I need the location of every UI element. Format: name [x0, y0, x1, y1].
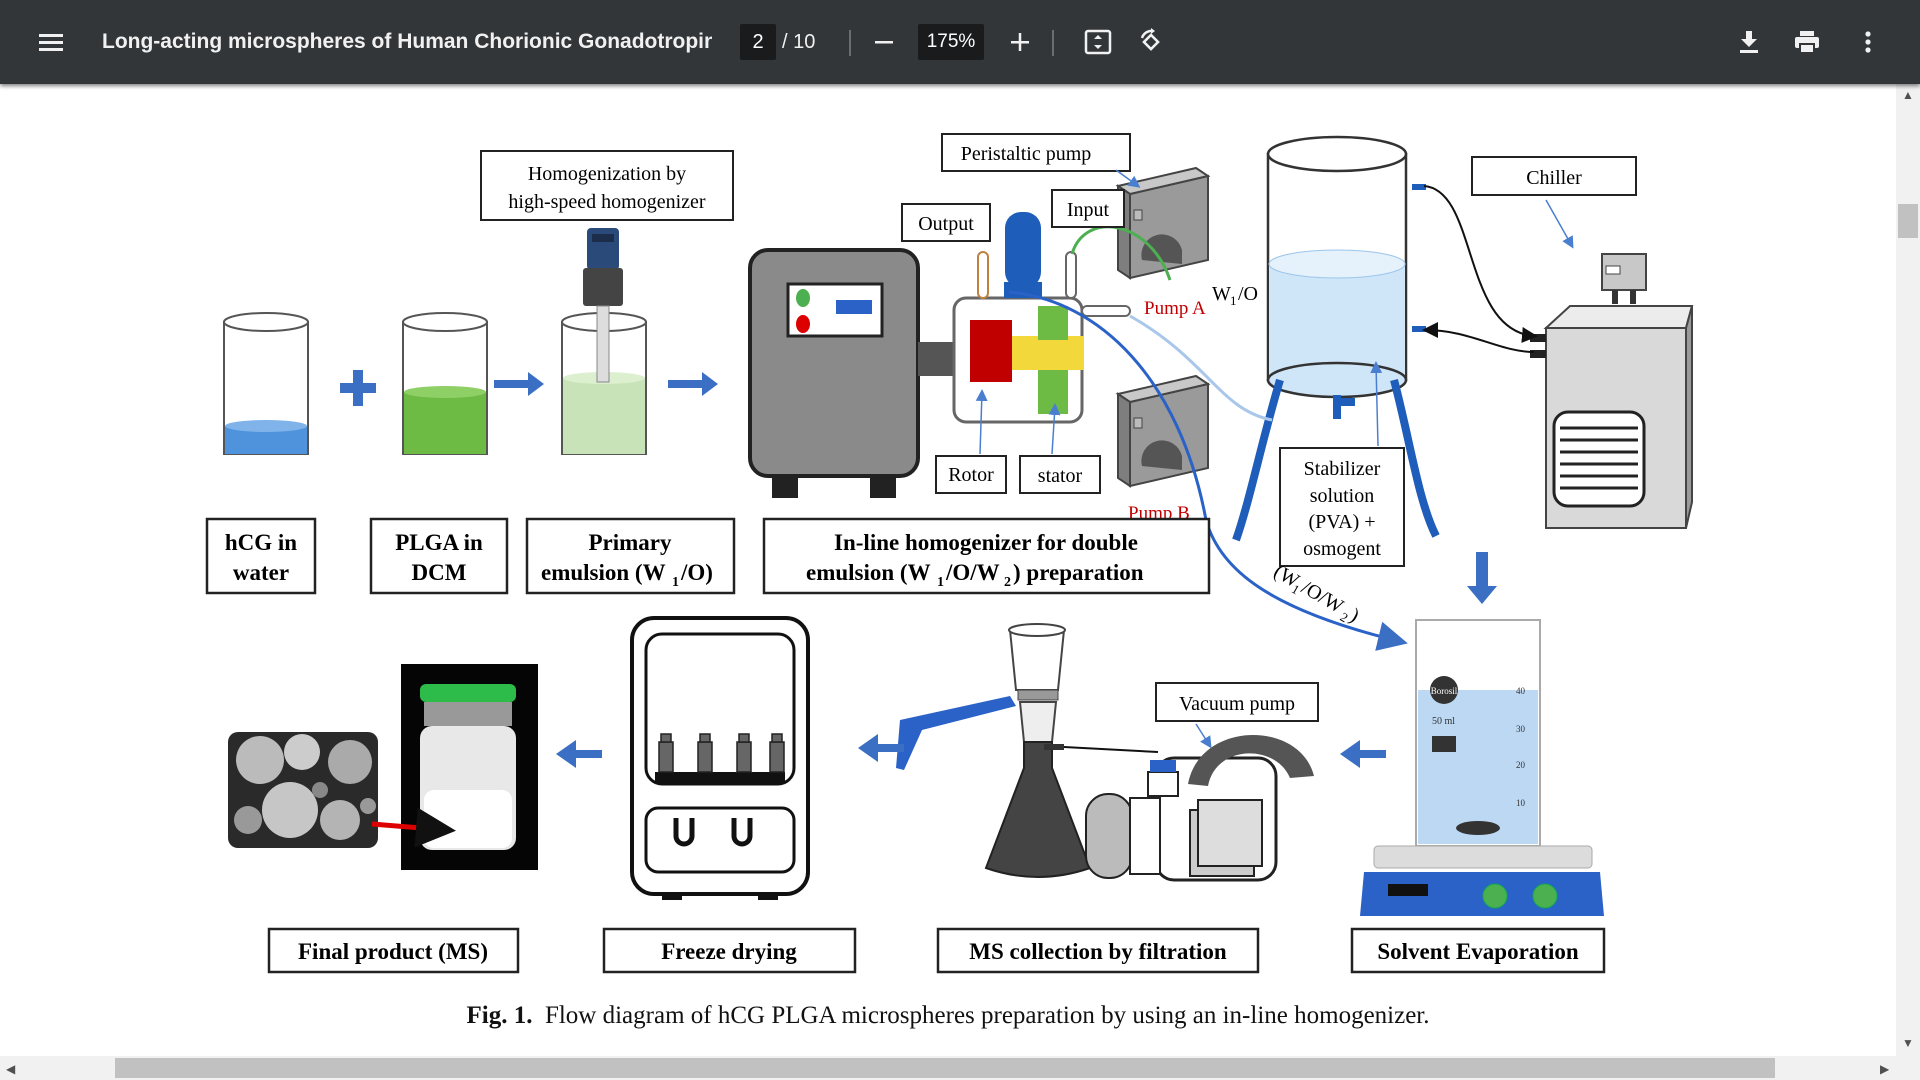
svg-text:osmogent: osmogent	[1303, 538, 1381, 560]
vacuum-pump	[1085, 734, 1314, 882]
beaker-hcg	[223, 312, 309, 455]
svg-text:2: 2	[1004, 575, 1011, 590]
homogenization-label: Homogenization by high-speed homogenizer	[480, 150, 734, 221]
microspheres-sem-image	[228, 732, 378, 848]
svg-text:Vacuum pump: Vacuum pump	[1179, 693, 1295, 715]
svg-text:W: W	[1212, 283, 1231, 305]
label-solvent-evaporation: Solvent Evaporation	[1350, 927, 1606, 974]
label-plga-in-dcm: PLGA in DCM	[369, 517, 509, 595]
svg-text:Peristaltic pump: Peristaltic pump	[961, 143, 1092, 165]
solvent-evaporation-beaker: Borosil 50 ml 40 30 20 10	[1360, 619, 1604, 916]
svg-text:Homogenization by: Homogenization by	[528, 163, 686, 185]
svg-text:stator: stator	[1038, 465, 1083, 487]
svg-text:high-speed homogenizer: high-speed homogenizer	[508, 191, 705, 213]
svg-text:10: 10	[1516, 798, 1526, 808]
svg-text:1: 1	[672, 575, 679, 590]
svg-text:/O): /O)	[680, 560, 713, 585]
svg-text:Chiller: Chiller	[1526, 167, 1582, 189]
zoom-level-input[interactable]: 175%	[918, 24, 984, 60]
label-primary-emulsion: Primary emulsion (W 1 /O)	[525, 517, 736, 595]
label-filtration: MS collection by filtration	[936, 927, 1260, 974]
zoom-in-icon[interactable]	[1000, 22, 1040, 62]
print-icon[interactable]	[1787, 22, 1827, 62]
input-label: Input	[1051, 189, 1125, 228]
wio-label: W 1 /O	[1212, 283, 1258, 308]
svg-text:In-line homogenizer for double: In-line homogenizer for double	[834, 530, 1138, 555]
arrow-right-icon	[494, 372, 544, 396]
arrow-down-icon	[1467, 552, 1497, 604]
svg-text:solution: solution	[1310, 485, 1374, 507]
vertical-scroll-thumb[interactable]	[1898, 204, 1918, 238]
pdf-toolbar: Long-acting microspheres of Human Chorio…	[0, 0, 1920, 84]
zoom-out-icon[interactable]	[864, 22, 904, 62]
page-number-input[interactable]: 2	[740, 24, 776, 60]
toolbar-divider	[849, 30, 851, 56]
more-vert-icon[interactable]	[1848, 22, 1888, 62]
document-title: Long-acting microspheres of Human Chorio…	[102, 30, 712, 53]
svg-text:1: 1	[937, 575, 944, 590]
caption-text: Flow diagram of hCG PLGA microspheres pr…	[544, 1002, 1430, 1029]
freeze-dryer	[630, 616, 810, 900]
menu-icon[interactable]	[31, 22, 71, 62]
figure-diagram: Homogenization by high-speed homogenizer	[205, 133, 1694, 974]
download-icon[interactable]	[1729, 22, 1769, 62]
plus-icon	[340, 370, 376, 406]
svg-text:(PVA) +: (PVA) +	[1308, 511, 1375, 533]
svg-text:/O/W: /O/W	[945, 560, 1000, 585]
horizontal-scroll-thumb[interactable]	[115, 1058, 1775, 1078]
fit-page-icon[interactable]	[1078, 22, 1118, 62]
svg-text:1: 1	[1230, 293, 1237, 308]
svg-text:Solvent Evaporation: Solvent Evaporation	[1377, 939, 1578, 964]
svg-text:emulsion (W: emulsion (W	[541, 560, 666, 585]
vacuum-pump-label: Vacuum pump	[1155, 682, 1319, 749]
svg-text:20: 20	[1516, 760, 1526, 770]
pdf-page: Homogenization by high-speed homogenizer	[0, 84, 1896, 1056]
svg-text:MS collection by filtration: MS collection by filtration	[969, 939, 1227, 964]
scroll-up-icon[interactable]: ▲	[1902, 88, 1914, 102]
beaker-plga	[402, 312, 488, 455]
svg-text:30: 30	[1516, 724, 1526, 734]
page-total: / 10	[782, 31, 816, 53]
figure-caption: Fig. 1. Flow diagram of hCG PLGA microsp…	[0, 1002, 1896, 1030]
svg-text:Final product (MS): Final product (MS)	[298, 939, 488, 964]
pump-a-label: Pump A	[1144, 298, 1206, 319]
chiller-label: Chiller	[1471, 156, 1637, 249]
caption-label: Fig. 1.	[466, 1002, 533, 1029]
svg-text:) preparation: ) preparation	[1013, 560, 1144, 585]
svg-text:Primary: Primary	[588, 530, 672, 555]
peristaltic-label: Peristaltic pump	[941, 133, 1141, 188]
scroll-left-icon[interactable]: ◀	[6, 1062, 15, 1076]
scroll-right-icon[interactable]: ▶	[1880, 1062, 1889, 1076]
svg-text:PLGA in: PLGA in	[395, 530, 483, 555]
chiller	[1422, 185, 1694, 529]
label-freeze-drying: Freeze drying	[602, 927, 857, 974]
svg-text:hCG in: hCG in	[225, 530, 297, 555]
svg-text:Input: Input	[1067, 199, 1110, 221]
flow-label: (W 1 /O/W 2 )	[1270, 560, 1363, 626]
label-inline-homogenizer: In-line homogenizer for double emulsion …	[762, 517, 1211, 595]
arrow-left-icon	[556, 740, 602, 768]
svg-text:Stabilizer: Stabilizer	[1304, 458, 1381, 480]
output-label: Output	[901, 203, 991, 242]
toolbar-divider	[1052, 30, 1054, 56]
svg-text:Rotor: Rotor	[948, 464, 994, 486]
label-hcg-in-water: hCG in water	[205, 517, 317, 595]
svg-text:50 ml: 50 ml	[1432, 716, 1455, 727]
arrow-right-icon	[668, 372, 718, 396]
svg-text:/O: /O	[1238, 283, 1258, 305]
svg-text:Output: Output	[918, 213, 974, 235]
svg-text:water: water	[233, 560, 289, 585]
label-final-product: Final product (MS)	[267, 927, 520, 974]
svg-text:emulsion (W: emulsion (W	[806, 560, 931, 585]
arrow-left-icon	[1340, 740, 1386, 768]
svg-text:Freeze drying: Freeze drying	[661, 939, 797, 964]
svg-text:40: 40	[1516, 686, 1526, 696]
vial-photo	[371, 664, 538, 870]
svg-text:DCM: DCM	[412, 560, 467, 585]
rotate-icon[interactable]	[1131, 22, 1171, 62]
scroll-down-icon[interactable]: ▼	[1902, 1036, 1914, 1050]
svg-text:Borosil: Borosil	[1431, 686, 1458, 696]
